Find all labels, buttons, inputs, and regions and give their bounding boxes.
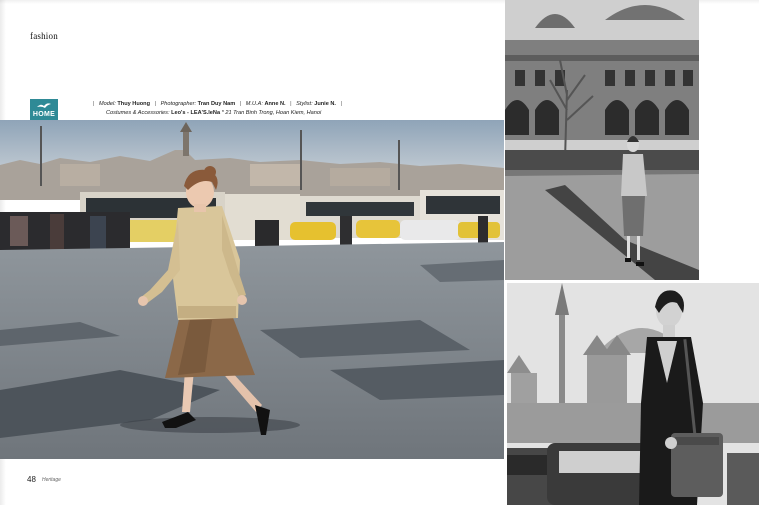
main-photo bbox=[0, 120, 504, 459]
mosque-minaret-photo bbox=[507, 283, 759, 505]
section-label: fashion bbox=[30, 31, 58, 41]
credit-label: Stylist: bbox=[296, 101, 313, 107]
credit-label: Photographer: bbox=[160, 101, 197, 107]
credit-label: Model: bbox=[99, 101, 116, 107]
credit-label: Costumes & Accessories: bbox=[106, 110, 170, 116]
credit-label: M.U.A: bbox=[245, 101, 263, 107]
credit-value: Thuy Huong bbox=[117, 101, 150, 107]
mosque-plaza-photo bbox=[505, 0, 699, 280]
bird-logo-icon bbox=[37, 103, 51, 108]
magazine-spread: fashion HOME | Model: Thuy Huong | Photo… bbox=[0, 0, 759, 505]
magazine-name: Heritage bbox=[42, 477, 61, 483]
credit-value: Junie N. bbox=[314, 101, 336, 107]
photo-credits: | Model: Thuy Huong | Photographer: Tran… bbox=[90, 100, 345, 118]
credit-value: Anne N. bbox=[264, 101, 286, 107]
credit-address: * 21 Tran Binh Trong, Hoan Kiem, Hanoi bbox=[221, 110, 322, 116]
credit-value: Tran Duy Nam bbox=[197, 101, 236, 107]
badge-label: HOME bbox=[32, 111, 56, 118]
credits-line-1: | Model: Thuy Huong | Photographer: Tran… bbox=[93, 101, 342, 107]
credits-line-2: Costumes & Accessories: Leo's - LEA'S.le… bbox=[90, 109, 345, 118]
page-number: 48 bbox=[27, 475, 36, 484]
credit-value: Leo's - LEA'S.leNa bbox=[171, 110, 221, 116]
